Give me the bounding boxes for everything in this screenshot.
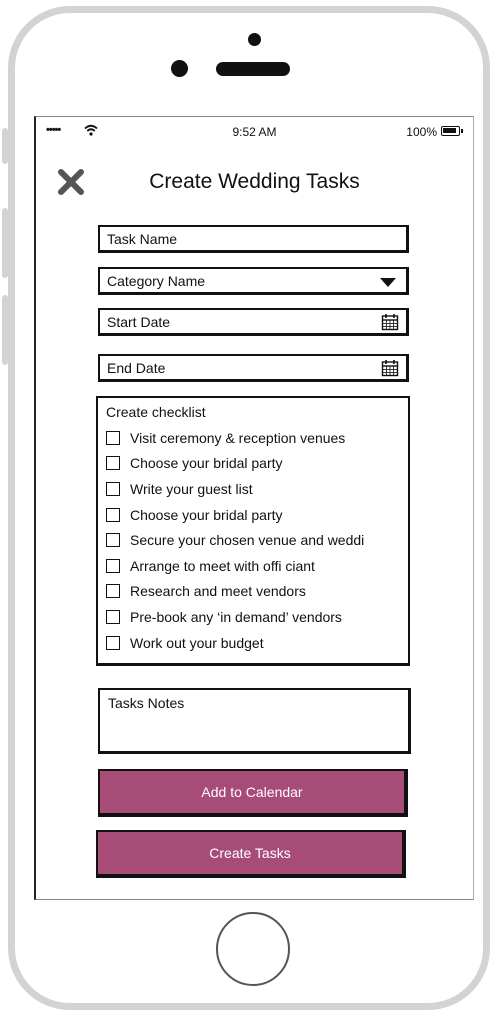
create-tasks-button[interactable]: Create Tasks xyxy=(96,830,406,878)
checkbox[interactable] xyxy=(106,507,120,522)
checkbox[interactable] xyxy=(106,635,120,650)
start-date-placeholder: Start Date xyxy=(107,314,171,330)
checklist-panel: Create checklist Visit ceremony & recept… xyxy=(96,396,410,666)
checklist-item[interactable]: Arrange to meet with offi ciant xyxy=(106,553,400,579)
checklist-item-label: Visit ceremony & reception venues xyxy=(130,429,346,446)
home-button[interactable] xyxy=(216,912,290,986)
checklist-item[interactable]: Secure your chosen venue and weddi xyxy=(106,527,400,553)
checklist-item[interactable]: Pre-book any ‘in demand’ vendors xyxy=(106,604,400,630)
checklist-item-label: Choose your bridal party xyxy=(130,506,283,523)
checklist-item-label: Write your guest list xyxy=(130,480,253,497)
checklist-item-label: Secure your chosen venue and weddi xyxy=(130,532,365,549)
checklist-item[interactable]: Choose your bridal party xyxy=(106,451,400,477)
volume-down-button xyxy=(2,295,8,365)
battery-icon xyxy=(441,126,463,136)
checklist-item-label: Arrange to meet with offi ciant xyxy=(130,557,315,574)
start-date-input[interactable]: Start Date xyxy=(98,308,409,336)
battery-percent: 100% xyxy=(406,125,437,139)
task-notes-textarea[interactable]: Tasks Notes xyxy=(98,688,411,754)
checkbox[interactable] xyxy=(106,481,120,496)
task-name-placeholder: Task Name xyxy=(107,231,178,247)
end-date-input[interactable]: End Date xyxy=(98,354,409,382)
checklist-item-label: Work out your budget xyxy=(130,634,264,651)
earpiece-speaker xyxy=(216,62,290,76)
checkbox[interactable] xyxy=(106,609,120,624)
task-name-input[interactable]: Task Name xyxy=(98,225,409,253)
chevron-down-icon xyxy=(380,278,396,287)
category-select-label: Category Name xyxy=(107,273,206,289)
checklist-item[interactable]: Choose your bridal party xyxy=(106,502,400,528)
mute-switch xyxy=(2,128,8,164)
checkbox[interactable] xyxy=(106,456,120,471)
add-to-calendar-button[interactable]: Add to Calendar xyxy=(98,769,408,817)
checkbox[interactable] xyxy=(106,584,120,599)
checklist-title: Create checklist xyxy=(106,404,206,420)
end-date-placeholder: End Date xyxy=(107,360,166,376)
volume-up-button xyxy=(2,208,8,278)
checkbox[interactable] xyxy=(106,533,120,548)
checklist-item-label: Research and meet vendors xyxy=(130,583,306,600)
checklist-item[interactable]: Work out your budget xyxy=(106,630,400,656)
calendar-icon[interactable] xyxy=(381,313,399,331)
checklist-item[interactable]: Write your guest list xyxy=(106,476,400,502)
page-title: Create Wedding Tasks xyxy=(149,170,360,193)
task-notes-placeholder: Tasks Notes xyxy=(108,695,185,711)
checklist-item-label: Pre-book any ‘in demand’ vendors xyxy=(130,608,342,625)
category-select[interactable]: Category Name xyxy=(98,267,409,295)
status-bar: ••••• 9:52 AM 100% xyxy=(36,117,473,147)
checklist-item-label: Choose your bridal party xyxy=(130,455,283,472)
checkbox[interactable] xyxy=(106,558,120,573)
calendar-icon[interactable] xyxy=(381,359,399,377)
proximity-sensor xyxy=(171,60,188,77)
screen: ••••• 9:52 AM 100% Create Wedding Tasks … xyxy=(34,116,474,900)
front-camera xyxy=(248,33,261,46)
checklist-item[interactable]: Research and meet vendors xyxy=(106,579,400,605)
checklist-item[interactable]: Visit ceremony & reception venues xyxy=(106,425,400,451)
checkbox[interactable] xyxy=(106,430,120,445)
